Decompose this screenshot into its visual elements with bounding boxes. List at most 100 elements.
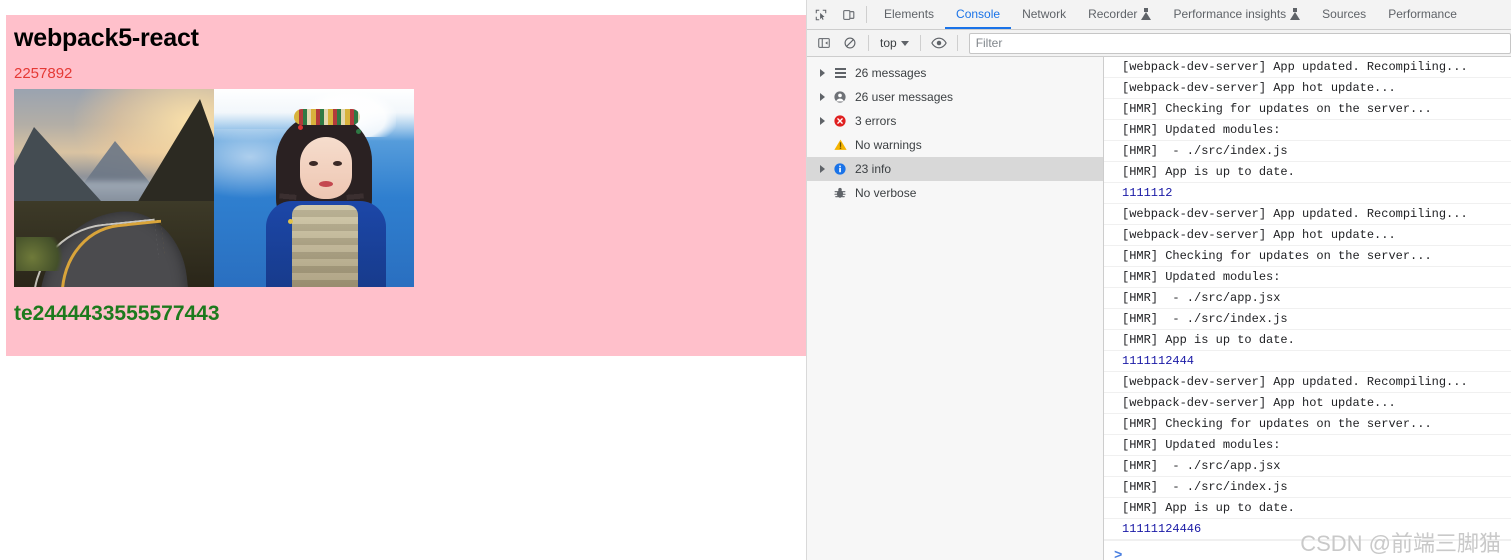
app-root-container: webpack5-react 2257892 te244443355557744… xyxy=(6,15,806,356)
console-message-row: [HMR] - ./src/index.js xyxy=(1104,141,1511,162)
toolbar-divider xyxy=(866,6,867,23)
console-message-row: [webpack-dev-server] App hot update... xyxy=(1104,78,1511,99)
console-message-row: [HMR] - ./src/app.jsx xyxy=(1104,288,1511,309)
devtools-tab-list: Elements Console Network Recorder Perfor… xyxy=(873,0,1511,29)
sidebar-item-messages[interactable]: 26 messages xyxy=(807,61,1103,85)
tab-elements-label: Elements xyxy=(884,6,935,21)
tab-console-label: Console xyxy=(956,6,1001,21)
chevron-down-icon xyxy=(900,40,909,46)
console-filter-input[interactable] xyxy=(968,32,1511,54)
console-sidebar: 26 messages 26 user messages 3 errors No… xyxy=(807,57,1104,560)
live-expression-eye-icon[interactable] xyxy=(926,32,952,54)
tab-network-label: Network xyxy=(1022,6,1067,21)
console-message-row: [webpack-dev-server] App hot update... xyxy=(1104,393,1511,414)
console-message-row: [webpack-dev-server] App updated. Recomp… xyxy=(1104,204,1511,225)
clear-console-icon[interactable] xyxy=(837,32,863,54)
sidebar-item-errors-label: 3 errors xyxy=(855,114,897,128)
console-message-row: [HMR] Checking for updates on the server… xyxy=(1104,246,1511,267)
screenshot-root: webpack5-react 2257892 te244443355557744… xyxy=(0,0,1511,560)
user-icon xyxy=(829,90,851,104)
toolbar-divider xyxy=(919,35,921,51)
console-number-row: 1111112 xyxy=(1104,183,1511,204)
expand-arrow-icon[interactable] xyxy=(815,117,829,125)
tab-sources-label: Sources xyxy=(1322,6,1367,21)
inspect-element-icon[interactable] xyxy=(807,0,835,29)
browser-page-viewport: webpack5-react 2257892 te244443355557744… xyxy=(0,0,807,560)
expand-arrow-icon[interactable] xyxy=(815,93,829,101)
sidebar-item-errors[interactable]: 3 errors xyxy=(807,109,1103,133)
embroidered-vest xyxy=(292,205,358,287)
bead-1 xyxy=(298,125,303,130)
tab-performance[interactable]: Performance xyxy=(1377,0,1468,29)
tab-recorder-label: Recorder xyxy=(1088,6,1138,21)
devtools-tabbar: Elements Console Network Recorder Perfor… xyxy=(807,0,1511,30)
console-message-row: [HMR] Updated modules: xyxy=(1104,435,1511,456)
roadside-scrub xyxy=(16,237,70,271)
tab-elements[interactable]: Elements xyxy=(873,0,945,29)
tab-sources[interactable]: Sources xyxy=(1311,0,1377,29)
console-message-row: [HMR] - ./src/index.js xyxy=(1104,309,1511,330)
sidebar-item-warnings[interactable]: No warnings xyxy=(807,133,1103,157)
red-counter-text: 2257892 xyxy=(14,65,73,82)
console-body: 26 messages 26 user messages 3 errors No… xyxy=(807,57,1511,560)
bug-icon xyxy=(829,186,851,200)
headdress xyxy=(294,109,360,125)
sidebar-item-info-label: 23 info xyxy=(855,162,892,176)
expand-arrow-icon[interactable] xyxy=(815,69,829,77)
experiment-flask-icon xyxy=(1290,7,1301,20)
console-message-row: [HMR] App is up to date. xyxy=(1104,498,1511,519)
console-message-list[interactable]: [webpack-dev-server] App updated. Recomp… xyxy=(1104,57,1511,560)
console-rows-container: [webpack-dev-server] App updated. Recomp… xyxy=(1104,57,1511,540)
tab-performance-insights[interactable]: Performance insights xyxy=(1162,0,1311,29)
error-icon xyxy=(829,114,851,128)
face xyxy=(300,137,352,199)
bead-2 xyxy=(356,129,361,134)
tab-performance-insights-label: Performance insights xyxy=(1173,6,1287,21)
portrait-traditional-dress-image xyxy=(214,89,414,287)
console-toolbar: top xyxy=(807,30,1511,57)
tab-performance-label: Performance xyxy=(1388,6,1457,21)
experiment-flask-icon xyxy=(1141,7,1152,20)
sidebar-item-warnings-label: No warnings xyxy=(855,138,922,152)
console-message-row: [HMR] App is up to date. xyxy=(1104,330,1511,351)
bead-3 xyxy=(288,219,293,224)
toolbar-divider xyxy=(956,35,958,51)
console-message-row: [HMR] - ./src/app.jsx xyxy=(1104,456,1511,477)
devtools-panel: Elements Console Network Recorder Perfor… xyxy=(807,0,1511,560)
tab-console[interactable]: Console xyxy=(945,0,1012,29)
console-message-row: [HMR] Checking for updates on the server… xyxy=(1104,99,1511,120)
console-message-row: [HMR] Updated modules: xyxy=(1104,120,1511,141)
console-number-row: 11111124446 xyxy=(1104,519,1511,540)
sidebar-item-verbose-label: No verbose xyxy=(855,186,917,200)
info-icon xyxy=(829,162,851,176)
page-title: webpack5-react xyxy=(14,24,199,52)
console-message-row: [HMR] Updated modules: xyxy=(1104,267,1511,288)
right-eye xyxy=(333,161,342,166)
console-message-row: [webpack-dev-server] App updated. Recomp… xyxy=(1104,372,1511,393)
execution-context-selector[interactable]: top xyxy=(874,34,915,52)
console-message-row: [HMR] Checking for updates on the server… xyxy=(1104,414,1511,435)
sidebar-item-user-messages-label: 26 user messages xyxy=(855,90,954,104)
console-message-row: [HMR] App is up to date. xyxy=(1104,162,1511,183)
execution-context-label: top xyxy=(880,36,897,50)
prompt-caret-icon: > xyxy=(1114,547,1123,560)
left-eye xyxy=(309,161,318,166)
sidebar-item-messages-label: 26 messages xyxy=(855,66,927,80)
device-toolbar-icon[interactable] xyxy=(835,0,863,29)
console-message-row: [webpack-dev-server] App hot update... xyxy=(1104,225,1511,246)
tab-network[interactable]: Network xyxy=(1011,0,1077,29)
tab-recorder[interactable]: Recorder xyxy=(1077,0,1162,29)
lips xyxy=(319,181,333,187)
expand-arrow-icon[interactable] xyxy=(815,165,829,173)
sidebar-item-user-messages[interactable]: 26 user messages xyxy=(807,85,1103,109)
mountain-road-landscape-image xyxy=(14,89,214,287)
console-sidebar-toggle-icon[interactable] xyxy=(811,32,837,54)
console-prompt-row[interactable]: > xyxy=(1104,540,1511,560)
console-number-row: 1111112444 xyxy=(1104,351,1511,372)
image-row xyxy=(14,89,806,287)
warning-icon xyxy=(829,138,851,152)
sidebar-item-info[interactable]: 23 info xyxy=(807,157,1103,181)
sidebar-item-verbose[interactable]: No verbose xyxy=(807,181,1103,205)
toolbar-divider xyxy=(868,35,869,51)
console-message-row: [HMR] - ./src/index.js xyxy=(1104,477,1511,498)
